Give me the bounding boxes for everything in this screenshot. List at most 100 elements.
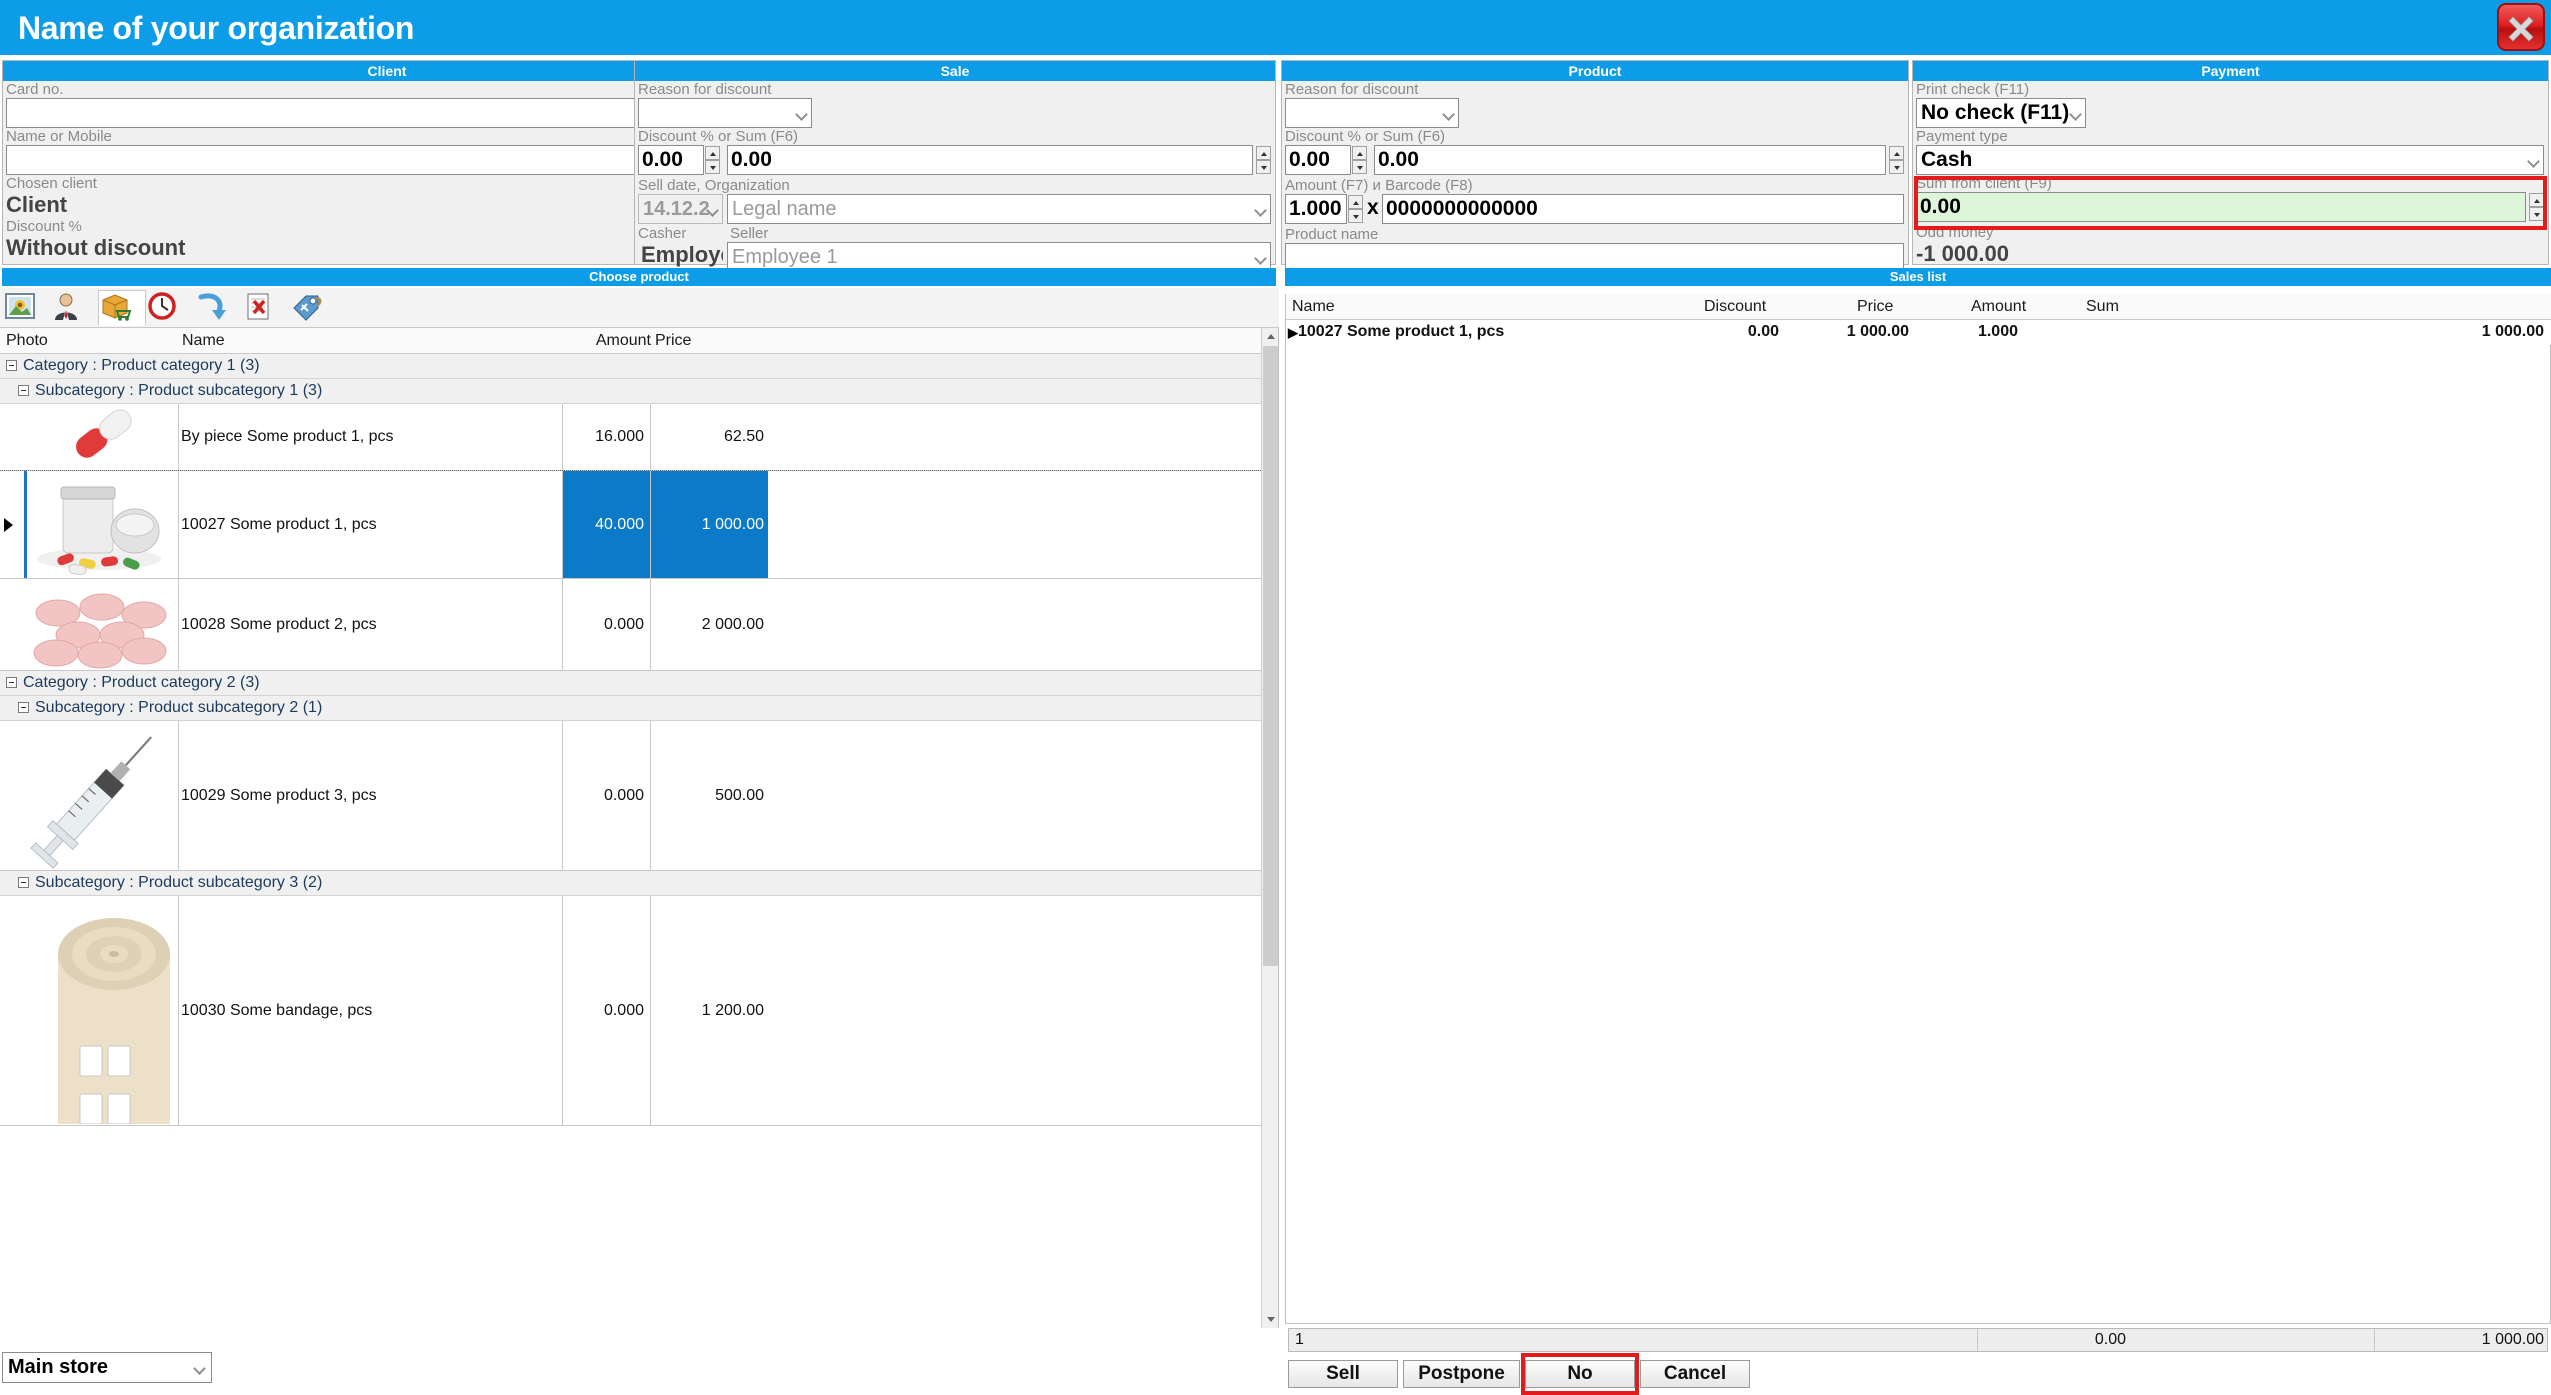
- sale-discount-percent-input[interactable]: 0.00: [638, 145, 704, 175]
- sum-from-client-input[interactable]: 0.00: [1916, 192, 2526, 222]
- totals-count: 1: [1295, 1331, 1304, 1348]
- spinner-up-icon[interactable]: [1348, 195, 1363, 209]
- price-tag-icon[interactable]: [290, 290, 338, 326]
- sales-list-row[interactable]: ▶ 10027 Some product 1, pcs 0.00 1 000.0…: [1286, 320, 2551, 345]
- sale-discount-sum-spinner[interactable]: [1256, 146, 1271, 174]
- group-row-subcategory[interactable]: Subcategory : Product subcategory 3 (2): [0, 871, 1278, 896]
- table-row[interactable]: 10028 Some product 2, pcs 0.000 2 000.00: [0, 579, 1278, 671]
- spinner-down-icon[interactable]: [1889, 160, 1904, 174]
- sell-date-organization-label: Sell date, Organization: [638, 177, 790, 194]
- pill-capsule-photo: [76, 409, 132, 458]
- product-name-cell: 10029 Some product 3, pcs: [179, 721, 563, 870]
- sell-date-value: 14.12.2: [643, 198, 710, 220]
- totals-sum: 1 000.00: [2481, 1331, 2544, 1348]
- product-discount-label: Discount % or Sum (F6): [1285, 128, 1446, 145]
- postpone-button[interactable]: Postpone: [1403, 1360, 1520, 1388]
- table-row[interactable]: 10030 Some bandage, pcs 0.000 1 200.00: [0, 896, 1278, 1126]
- product-photo: [24, 404, 179, 470]
- sales-column-sum: Sum: [2086, 298, 2119, 315]
- spinner-down-icon[interactable]: [1348, 209, 1363, 223]
- product-amount-cell: 0.000: [563, 721, 651, 870]
- seller-value: Employee 1: [732, 246, 838, 268]
- collapse-icon[interactable]: [18, 877, 29, 889]
- collapse-icon[interactable]: [6, 360, 17, 372]
- spinner-up-icon[interactable]: [1256, 146, 1271, 160]
- clock-glyph: [148, 292, 176, 320]
- print-check-combo[interactable]: No check (F11): [1916, 98, 2086, 128]
- spinner-up-icon[interactable]: [2529, 193, 2544, 207]
- product-discount-sum-input[interactable]: 0.00: [1374, 145, 1886, 175]
- payment-type-label: Payment type: [1916, 128, 2008, 145]
- store-selector[interactable]: Main store: [2, 1352, 212, 1383]
- bandage-photo: [58, 918, 170, 1125]
- sales-column-amount: Amount: [1971, 298, 2027, 315]
- product-amount-cell: 16.000: [563, 404, 651, 470]
- product-photo: [24, 579, 179, 670]
- payment-type-combo[interactable]: Cash: [1916, 145, 2544, 175]
- spinner-down-icon[interactable]: [2529, 207, 2544, 221]
- sell-button[interactable]: Sell: [1288, 1360, 1398, 1388]
- spinner-up-icon[interactable]: [1352, 146, 1367, 160]
- pink-tablets-photo: [33, 593, 167, 669]
- totals-separator: [2374, 1329, 2375, 1351]
- cancel-button[interactable]: Cancel: [1640, 1360, 1750, 1388]
- table-row[interactable]: 10027 Some product 1, pcs 40.000 1 000.0…: [0, 470, 1278, 580]
- scroll-up-icon[interactable]: [1262, 328, 1278, 345]
- spinner-up-icon[interactable]: [1889, 146, 1904, 160]
- group-row-subcategory[interactable]: Subcategory : Product subcategory 2 (1): [0, 696, 1278, 721]
- arrow-glyph: [198, 293, 226, 320]
- clock-history-icon[interactable]: [146, 290, 194, 326]
- product-discount-percent-spinner[interactable]: [1352, 146, 1367, 174]
- product-discount-sum-spinner[interactable]: [1889, 146, 1904, 174]
- sales-column-price: Price: [1857, 298, 1894, 315]
- organization-combo[interactable]: Legal name: [727, 194, 1271, 224]
- photo-icon[interactable]: [2, 290, 50, 326]
- sell-date-combo[interactable]: 14.12.2: [638, 194, 723, 224]
- chevron-down-icon: [2527, 155, 2540, 168]
- sales-list-area[interactable]: [1285, 294, 2551, 1324]
- product-reason-label: Reason for discount: [1285, 81, 1419, 98]
- cancel-document-icon[interactable]: [242, 290, 290, 326]
- box-cart-glyph: [102, 294, 132, 321]
- product-grid[interactable]: Photo Name Amount Price Category : Produ…: [0, 328, 1279, 1328]
- product-price-cell: 2 000.00: [701, 615, 764, 633]
- payment-panel: Payment Print check (F11) No check (F11)…: [1912, 60, 2549, 266]
- product-box-cart-icon[interactable]: [98, 290, 146, 326]
- totals-discount: 0.00: [2094, 1331, 2126, 1348]
- spinner-down-icon[interactable]: [1256, 160, 1271, 174]
- group-label: Subcategory : Product subcategory 1 (3): [35, 382, 323, 399]
- close-icon[interactable]: [2497, 3, 2545, 51]
- product-name-cell: By piece Some product 1, pcs: [179, 404, 563, 470]
- product-discount-percent-input[interactable]: 0.00: [1285, 145, 1351, 175]
- scrollbar-thumb[interactable]: [1263, 346, 1278, 966]
- chevron-down-icon: [1254, 252, 1267, 265]
- client-person-icon[interactable]: [50, 290, 98, 326]
- spinner-up-icon[interactable]: [705, 146, 720, 160]
- barcode-input[interactable]: 0000000000000: [1382, 194, 1904, 224]
- collapse-icon[interactable]: [18, 385, 29, 397]
- amount-spinner[interactable]: [1348, 195, 1363, 223]
- product-grid-scrollbar[interactable]: [1261, 328, 1278, 1328]
- scroll-down-icon[interactable]: [1262, 1311, 1278, 1328]
- collapse-icon[interactable]: [18, 702, 29, 714]
- amount-input[interactable]: 1.000: [1285, 194, 1347, 224]
- product-reason-combo[interactable]: [1285, 98, 1459, 128]
- sale-discount-percent-spinner[interactable]: [705, 146, 720, 174]
- window-title: Name of your organization: [18, 10, 415, 46]
- collapse-icon[interactable]: [6, 677, 17, 689]
- sales-totals-row: 1 0.00 1 000.00: [1288, 1328, 2548, 1352]
- chevron-down-icon: [1254, 204, 1267, 217]
- table-row[interactable]: By piece Some product 1, pcs 16.000 62.5…: [0, 404, 1278, 471]
- sale-discount-sum-input[interactable]: 0.00: [727, 145, 1253, 175]
- group-label: Category : Product category 2 (3): [23, 674, 260, 691]
- table-row[interactable]: 10029 Some product 3, pcs 0.000 500.00: [0, 721, 1278, 871]
- return-arrow-icon[interactable]: [194, 290, 242, 326]
- group-row-subcategory[interactable]: Subcategory : Product subcategory 1 (3): [0, 379, 1278, 404]
- sum-from-client-spinner[interactable]: [2529, 193, 2544, 221]
- sale-reason-combo[interactable]: [638, 98, 812, 128]
- spinner-down-icon[interactable]: [705, 160, 720, 174]
- sum-from-client-label: Sum from client (F9): [1916, 175, 2052, 192]
- group-row-category[interactable]: Category : Product category 2 (3): [0, 671, 1278, 696]
- spinner-down-icon[interactable]: [1352, 160, 1367, 174]
- group-row-category[interactable]: Category : Product category 1 (3): [0, 354, 1278, 379]
